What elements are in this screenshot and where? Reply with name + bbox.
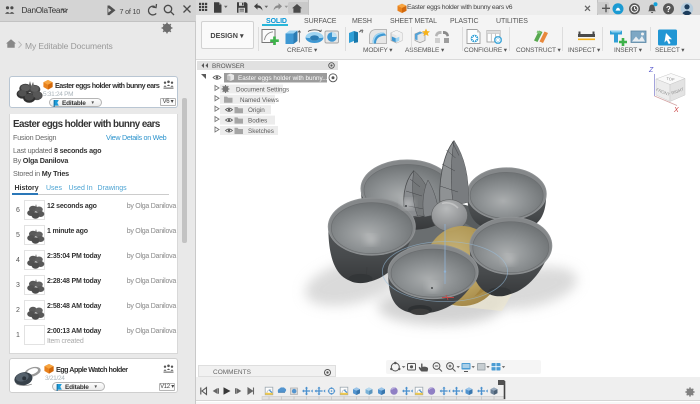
svg-text:Document Settings: Document Settings [236,87,289,94]
svg-text:Named Views: Named Views [240,97,279,104]
svg-text:?: ? [666,5,671,14]
svg-text:BROWSER: BROWSER [212,63,245,70]
svg-text:Bodies: Bodies [248,118,267,125]
svg-text:Origin: Origin [248,107,265,114]
svg-text:Z: Z [648,67,654,74]
svg-text:Easter eggs holder with bunny.: Easter eggs holder with bunny... [238,75,328,82]
svg-text:Sketches: Sketches [248,128,274,135]
svg-text:X: X [673,107,679,114]
